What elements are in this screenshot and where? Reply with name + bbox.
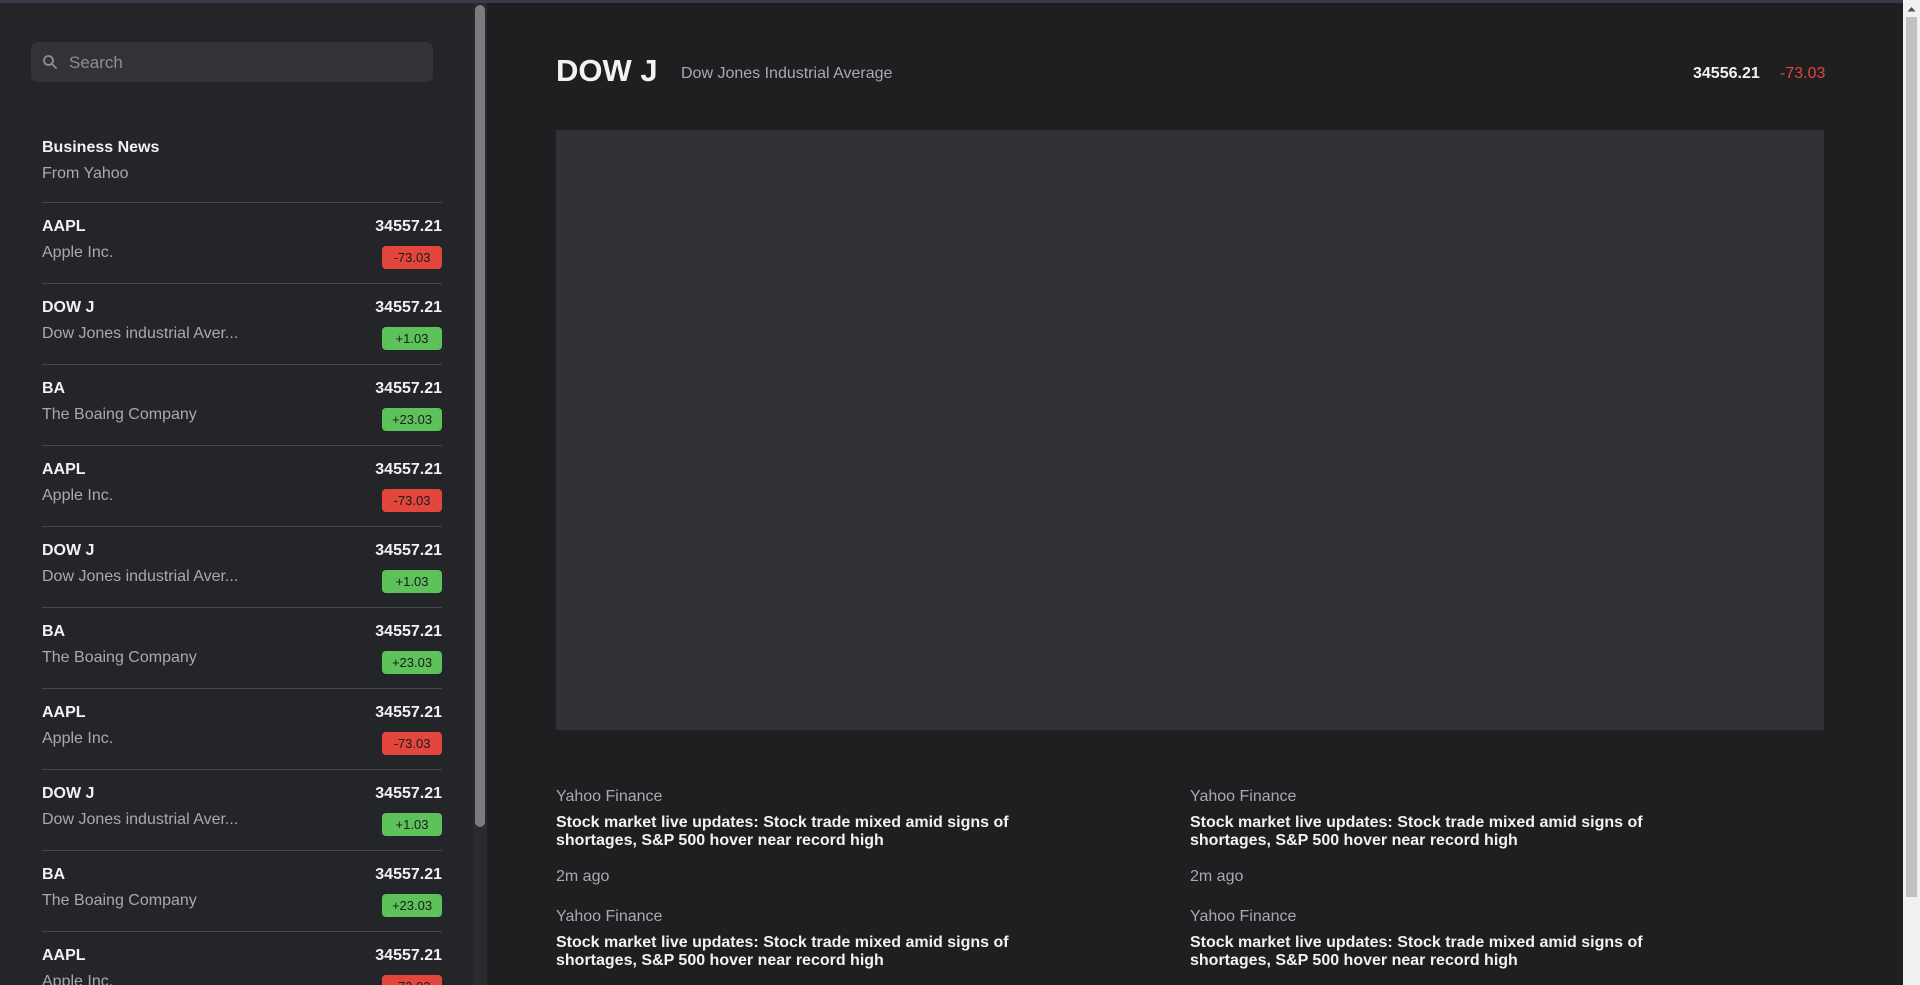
stock-price: 34557.21 [375,947,442,964]
news-source: Yahoo Finance [1190,908,1297,925]
change-badge: +23.03 [382,894,442,917]
change-badge: -73.03 [382,246,442,269]
ticker-symbol: AAPL [42,218,86,235]
news-time: 2m ago [1190,868,1244,885]
company-name: Dow Jones industrial Aver... [42,325,239,342]
detail-change: -73.03 [1780,65,1826,82]
watchlist-row[interactable]: AAPL Apple Inc. 34557.21 -73.03 [42,446,442,527]
change-badge: +23.03 [382,408,442,431]
search-box[interactable] [31,42,433,84]
news-source: Yahoo Finance [1190,788,1297,805]
ticker-symbol: AAPL [42,704,86,721]
company-name: The Boaing Company [42,649,197,666]
stock-price: 34557.21 [375,704,442,721]
search-icon [43,55,57,69]
change-badge: -73.03 [382,975,442,985]
ticker-symbol: DOW J [42,785,95,802]
watchlist-rows: AAPL Apple Inc. 34557.21 -73.03 DOW J Dow Jon… [42,203,442,985]
change-badge: +1.03 [382,813,442,836]
business-news-subtitle: From Yahoo [42,165,129,182]
news-item[interactable]: Yahoo Finance Stock market live updates:… [1190,788,1660,886]
detail-symbol: DOW J [556,53,658,88]
watchlist-row[interactable]: AAPL Apple Inc. 34557.21 -73.03 [42,932,442,985]
news-item[interactable]: Yahoo Finance Stock market live updates:… [1190,908,1660,970]
news-headline[interactable]: Stock market live updates: Stock trade m… [556,814,1026,850]
watchlist-row[interactable]: DOW J Dow Jones industrial Aver... 34557.2… [42,527,442,608]
detail-price: 34556.21 [1693,65,1760,82]
stock-price: 34557.21 [375,461,442,478]
company-name: Apple Inc. [42,973,114,985]
watchlist-row[interactable]: AAPL Apple Inc. 34557.21 -73.03 [42,203,442,284]
watchlist-row[interactable]: BA The Boaing Company 34557.21 +23.03 [42,365,442,446]
ticker-symbol: BA [42,866,66,883]
stock-price: 34557.21 [375,380,442,397]
watchlist-row[interactable]: DOW J Dow Jones industrial Aver... 34557.2… [42,770,442,851]
company-name: The Boaing Company [42,892,197,909]
scroll-up-button[interactable] [1903,0,1920,17]
news-time: 2m ago [556,868,610,885]
company-name: Dow Jones industrial Aver... [42,811,239,828]
sidebar-scrollbar-thumb[interactable] [475,5,485,827]
company-name: The Boaing Company [42,406,197,423]
stock-price: 34557.21 [375,542,442,559]
news-item[interactable]: Yahoo Finance Stock market live updates:… [556,788,1026,886]
news-item[interactable]: Yahoo Finance Stock market live updates:… [556,908,1026,970]
company-name: Apple Inc. [42,244,114,261]
change-badge: -73.03 [382,489,442,512]
ticker-symbol: DOW J [42,542,95,559]
change-badge: +1.03 [382,570,442,593]
company-name: Apple Inc. [42,730,114,747]
change-badge: +1.03 [382,327,442,350]
business-news-title: Business News [42,139,160,156]
sidebar: Business News From Yahoo AAPL Apple Inc. 3… [0,3,476,985]
ticker-symbol: AAPL [42,461,86,478]
company-name: Dow Jones industrial Aver... [42,568,239,585]
chevron-up-icon [1907,6,1916,11]
watchlist: Business News From Yahoo AAPL Apple Inc. 3… [42,125,442,985]
change-badge: -73.03 [382,732,442,755]
watchlist-row[interactable]: BA The Boaing Company 34557.21 +23.03 [42,608,442,689]
ticker-symbol: AAPL [42,947,86,964]
company-name: Apple Inc. [42,487,114,504]
main-panel: DOW J Dow Jones Industrial Average 34556… [487,3,1903,985]
change-badge: +23.03 [382,651,442,674]
news-source: Yahoo Finance [556,788,663,805]
stock-price: 34557.21 [375,299,442,316]
ticker-symbol: BA [42,380,66,397]
watchlist-row[interactable]: BA The Boaing Company 34557.21 +23.03 [42,851,442,932]
stock-price: 34557.21 [375,866,442,883]
watchlist-row[interactable]: AAPL Apple Inc. 34557.21 -73.03 [42,689,442,770]
watchlist-row[interactable]: DOW J Dow Jones industrial Aver... 34557.2… [42,284,442,365]
detail-full-name: Dow Jones Industrial Average [681,65,893,82]
stock-price: 34557.21 [375,785,442,802]
news-headline[interactable]: Stock market live updates: Stock trade m… [1190,814,1660,850]
stock-price: 34557.21 [375,623,442,640]
news-source: Yahoo Finance [556,908,663,925]
stock-price: 34557.21 [375,218,442,235]
ticker-symbol: BA [42,623,66,640]
news-headline[interactable]: Stock market live updates: Stock trade m… [1190,934,1660,970]
news-headline[interactable]: Stock market live updates: Stock trade m… [556,934,1026,970]
search-input[interactable] [67,42,421,84]
ticker-symbol: DOW J [42,299,95,316]
window-scrollbar-thumb[interactable] [1906,17,1917,897]
business-news-item[interactable]: Business News From Yahoo [42,125,442,203]
chart-placeholder [556,130,1824,730]
